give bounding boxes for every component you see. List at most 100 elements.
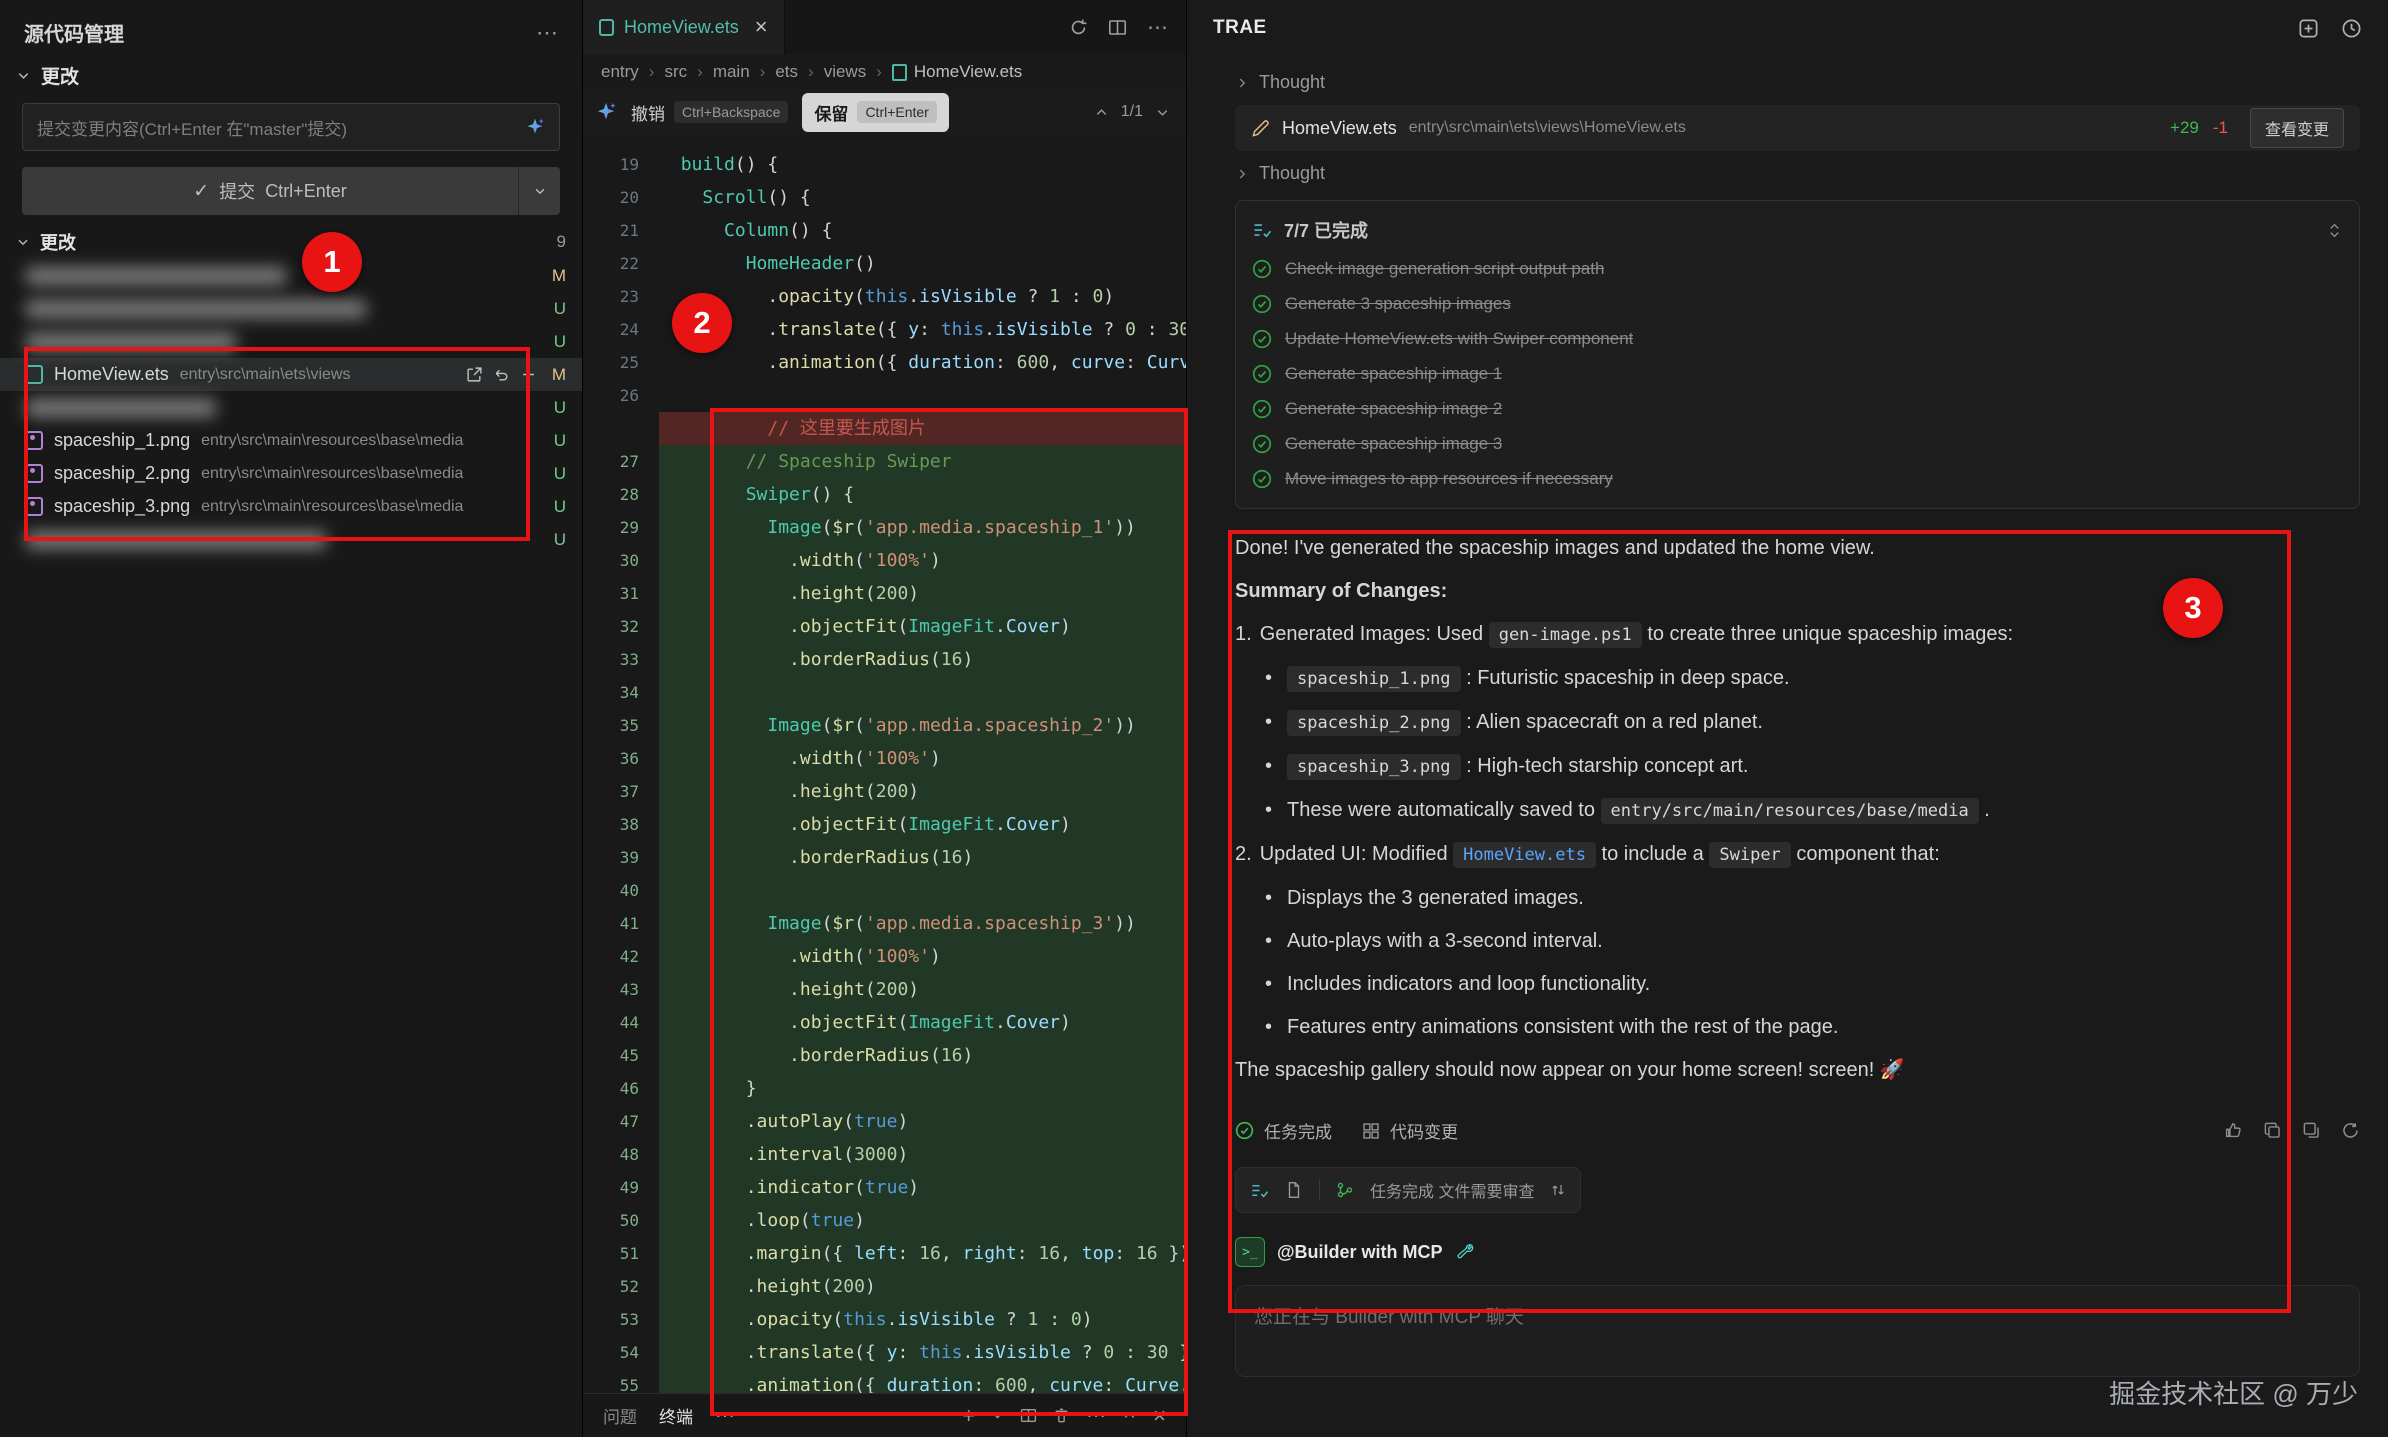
line-number: 54: [583, 1336, 659, 1369]
task-label: Generate spaceship image 2: [1285, 399, 1502, 419]
file-change-card[interactable]: HomeView.ets entry\src\main\ets\views\Ho…: [1235, 105, 2360, 151]
history-icon[interactable]: [2341, 18, 2362, 39]
breadcrumb-item[interactable]: HomeView.ets: [892, 62, 1022, 82]
line-number: 50: [583, 1204, 659, 1237]
tab-problems[interactable]: 问题: [603, 1403, 637, 1428]
task-done-icon: [1252, 434, 1272, 454]
duplicate-icon[interactable]: [2302, 1121, 2321, 1140]
blurred-file-name: [26, 300, 366, 318]
task-label: Check image generation script output pat…: [1285, 259, 1604, 279]
lines-removed: -1: [2213, 118, 2228, 138]
task-list-header[interactable]: 7/7 已完成: [1252, 209, 2343, 251]
commit-button-group: ✓ 提交 Ctrl+Enter: [22, 167, 560, 215]
thought-label: Thought: [1259, 163, 1325, 184]
split-editor-icon[interactable]: [1108, 18, 1127, 37]
line-number: 49: [583, 1171, 659, 1204]
line-number: 53: [583, 1303, 659, 1336]
task-done-icon: [1252, 259, 1272, 279]
code-line[interactable]: 25 .animation({ duration: 600, curve: Cu…: [583, 346, 1186, 379]
prev-change-icon[interactable]: [1094, 105, 1109, 120]
scm-file-row[interactable]: M: [0, 259, 582, 292]
chat-title: TRAE: [1213, 17, 1267, 39]
tab-label: HomeView.ets: [624, 17, 739, 38]
view-changes-button[interactable]: 查看变更: [2250, 108, 2344, 148]
code-line[interactable]: 21 Column() {: [583, 214, 1186, 247]
keep-ai-edit-button[interactable]: 保留 Ctrl+Enter: [802, 93, 948, 132]
line-number: 48: [583, 1138, 659, 1171]
breadcrumb-separator: ›: [760, 62, 766, 82]
tab-terminal[interactable]: 终端: [659, 1403, 693, 1428]
scm-changes-header[interactable]: 更改 9: [0, 225, 582, 259]
new-chat-icon[interactable]: [2298, 18, 2319, 39]
task-label: Generate spaceship image 3: [1285, 434, 1502, 454]
line-number: 22: [583, 247, 659, 280]
commit-button[interactable]: ✓ 提交 Ctrl+Enter: [22, 167, 518, 215]
lines-added: +29: [2170, 118, 2199, 138]
code-text: build() {: [659, 148, 1186, 181]
line-number: 25: [583, 346, 659, 379]
task-item: Generate spaceship image 2: [1252, 391, 2343, 426]
breadcrumb-item[interactable]: entry: [601, 62, 639, 82]
line-number: 36: [583, 742, 659, 775]
ai-sparkle-icon[interactable]: [525, 117, 545, 137]
line-number: 32: [583, 610, 659, 643]
commit-message-input[interactable]: 提交变更内容(Ctrl+Enter 在"master"提交): [22, 103, 560, 151]
check-icon: ✓: [193, 180, 209, 203]
more-actions-icon[interactable]: ⋯: [1147, 15, 1168, 40]
code-text: Column() {: [659, 214, 1186, 247]
code-line[interactable]: 20 Scroll() {: [583, 181, 1186, 214]
editor-tabbar: HomeView.ets × ⋯: [583, 0, 1186, 54]
line-number: 39: [583, 841, 659, 874]
scm-section-changes[interactable]: 更改: [0, 55, 582, 95]
code-line[interactable]: 19 build() {: [583, 148, 1186, 181]
regenerate-icon[interactable]: [2341, 1121, 2360, 1140]
scm-file-row[interactable]: U: [0, 292, 582, 325]
task-done-icon: [1252, 399, 1272, 419]
line-number: 33: [583, 643, 659, 676]
blurred-file-name: [26, 267, 286, 285]
breadcrumb: entry›src›main›ets›views›HomeView.ets: [583, 54, 1186, 90]
task-item: Generate spaceship image 1: [1252, 356, 2343, 391]
breadcrumb-item[interactable]: src: [664, 62, 687, 82]
ai-diff-toolbar: 撤销 Ctrl+Backspace 保留 Ctrl+Enter 1/1: [583, 90, 1186, 134]
collapse-icon[interactable]: [2326, 222, 2343, 239]
annotation-box-1: [24, 347, 530, 541]
code-line[interactable]: 22 HomeHeader(): [583, 247, 1186, 280]
annotation-box-2: [710, 408, 1188, 1416]
line-number: 38: [583, 808, 659, 841]
next-change-icon[interactable]: [1155, 105, 1170, 120]
changed-file-name: HomeView.ets: [1282, 118, 1397, 139]
watermark: 掘金技术社区 @ 万少: [2109, 1374, 2358, 1411]
scm-section-label: 更改: [41, 62, 79, 89]
undo-kbd: Ctrl+Backspace: [674, 101, 788, 123]
undo-ai-edit-button[interactable]: 撤销 Ctrl+Backspace: [631, 100, 788, 125]
thought-toggle[interactable]: Thought: [1235, 151, 2360, 196]
line-number: 29: [583, 511, 659, 544]
sync-icon[interactable]: [1069, 18, 1088, 37]
task-list-card: 7/7 已完成 Check image generation script ou…: [1235, 200, 2360, 509]
scm-header: 源代码管理 ⋯: [0, 0, 582, 55]
commit-input-placeholder: 提交变更内容(Ctrl+Enter 在"master"提交): [37, 115, 515, 140]
undo-label: 撤销: [631, 100, 665, 125]
more-actions-icon[interactable]: ⋯: [536, 20, 558, 46]
line-number: 41: [583, 907, 659, 940]
line-number: 23: [583, 280, 659, 313]
annotation-badge-2: 2: [672, 293, 732, 353]
line-number: 40: [583, 874, 659, 907]
tab-close-icon[interactable]: ×: [755, 16, 768, 38]
file-status-badge: U: [542, 431, 566, 451]
line-number: 42: [583, 940, 659, 973]
breadcrumb-item[interactable]: ets: [775, 62, 798, 82]
code-line[interactable]: 23 .opacity(this.isVisible ? 1 : 0): [583, 280, 1186, 313]
task-label: Generate 3 spaceship images: [1285, 294, 1511, 314]
breadcrumb-separator: ›: [808, 62, 814, 82]
chevron-right-icon: [1235, 76, 1249, 90]
breadcrumb-item[interactable]: views: [824, 62, 867, 82]
annotation-box-3: [1228, 530, 2291, 1313]
chat-header: TRAE: [1187, 0, 2388, 56]
commit-dropdown-button[interactable]: [518, 167, 560, 215]
chevron-right-icon: [1235, 167, 1249, 181]
breadcrumb-item[interactable]: main: [713, 62, 750, 82]
editor-tab-homeview[interactable]: HomeView.ets ×: [583, 0, 785, 54]
thought-toggle[interactable]: Thought: [1235, 60, 2360, 105]
